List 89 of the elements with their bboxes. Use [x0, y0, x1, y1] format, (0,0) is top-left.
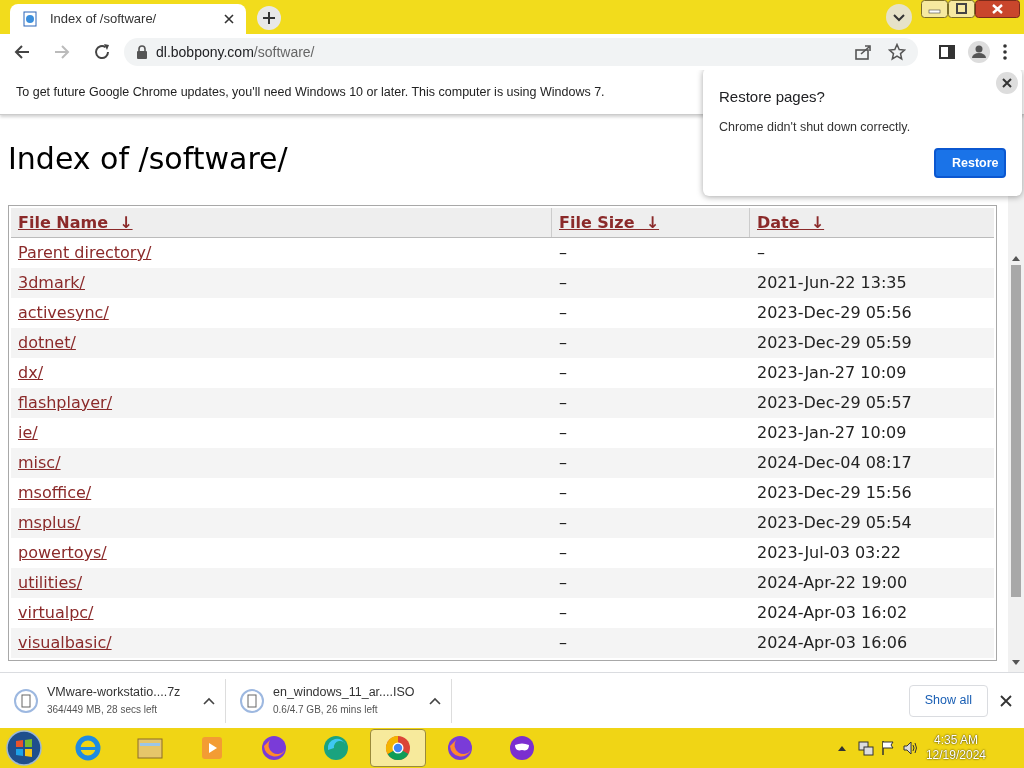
file-size: – — [559, 422, 567, 444]
address-bar[interactable]: dl.bobpony.com/software/ — [124, 38, 918, 66]
file-date: 2023-Dec-29 05:57 — [757, 392, 912, 414]
file-date: 2023-Dec-29 05:59 — [757, 332, 912, 354]
file-date: 2024-Dec-04 08:17 — [757, 452, 912, 474]
folder-link[interactable]: dotnet/ — [18, 331, 76, 355]
page-heading: Index of /software/ — [8, 141, 288, 177]
file-size: – — [559, 242, 567, 264]
minimize-icon[interactable] — [921, 0, 948, 18]
page-icon — [22, 11, 38, 27]
file-size: – — [559, 602, 567, 624]
flag-icon[interactable] — [879, 740, 896, 756]
download-status: 0.6/4.7 GB, 26 mins left — [273, 703, 379, 717]
network-icon[interactable] — [857, 740, 874, 756]
file-size: – — [559, 452, 567, 474]
dialog-message: Chrome didn't shut down correctly. — [719, 118, 912, 136]
new-tab-icon[interactable] — [257, 6, 281, 30]
share-icon[interactable] — [854, 43, 872, 61]
folder-link[interactable]: ie/ — [18, 421, 38, 445]
file-date: 2024-Apr-22 19:00 — [757, 572, 908, 594]
scroll-up-icon[interactable] — [1012, 255, 1020, 261]
caret-icon[interactable] — [429, 696, 441, 705]
file-date: 2023-Dec-29 15:56 — [757, 482, 912, 504]
taskbar-button[interactable] — [370, 729, 426, 767]
volume-icon[interactable] — [901, 740, 918, 756]
download-filename: VMware-workstatio....7z — [47, 684, 182, 701]
restore-button[interactable]: Restore — [934, 148, 1006, 179]
folder-link[interactable]: Parent directory/ — [18, 241, 152, 265]
file-size: – — [559, 512, 567, 534]
column-header[interactable]: File Name ↓ — [18, 210, 133, 235]
file-date: 2023-Dec-29 05:54 — [757, 512, 912, 534]
folder-link[interactable]: visualbasic/ — [18, 631, 112, 655]
close-icon[interactable] — [224, 14, 234, 24]
folder-link[interactable]: misc/ — [18, 451, 61, 475]
folder-link[interactable]: 3dmark/ — [18, 271, 85, 295]
browser-tab[interactable]: Index of /software/ — [10, 4, 246, 34]
file-date: 2024-Apr-03 16:06 — [757, 632, 908, 654]
side-panel-icon[interactable] — [938, 43, 956, 61]
folder-link[interactable]: msplus/ — [18, 511, 81, 535]
menu-icon[interactable] — [1002, 43, 1008, 61]
file-size: – — [559, 332, 567, 354]
file-size: – — [559, 392, 567, 414]
file-size: – — [559, 272, 567, 294]
tab-title: Index of /software/ — [50, 10, 158, 29]
folder-link[interactable]: dx/ — [18, 361, 43, 385]
download-item[interactable]: en_windows_11_ar....ISO 0.6/4.7 GB, 26 mins left — [226, 678, 452, 723]
close-icon[interactable] — [975, 0, 1020, 18]
file-date: 2023-Jul-03 03:22 — [757, 542, 901, 564]
file-size: – — [559, 542, 567, 564]
download-item[interactable]: VMware-workstatio....7z 364/449 MB, 28 secs left — [0, 678, 226, 723]
start-button-icon[interactable] — [4, 728, 44, 768]
url-text: dl.bobpony.com/software/ — [156, 42, 315, 62]
star-icon[interactable] — [888, 43, 906, 61]
file-icon — [240, 688, 264, 713]
dialog-title: Restore pages? — [719, 87, 826, 107]
tray-expand-icon[interactable] — [837, 745, 846, 751]
tab-search-icon[interactable] — [886, 4, 912, 30]
maximize-icon[interactable] — [948, 0, 975, 18]
reload-icon[interactable] — [92, 42, 112, 62]
close-icon[interactable] — [996, 72, 1018, 94]
folder-link[interactable]: utilities/ — [18, 571, 83, 595]
column-header[interactable]: File Size ↓ — [559, 210, 660, 235]
caret-icon[interactable] — [203, 696, 215, 705]
file-date: 2024-Apr-03 16:02 — [757, 602, 908, 624]
show-all-button[interactable]: Show all — [908, 684, 988, 717]
file-date: – — [757, 242, 765, 264]
close-icon[interactable] — [1000, 694, 1012, 707]
file-date: 2023-Dec-29 05:56 — [757, 302, 912, 324]
download-filename: en_windows_11_ar....ISO — [273, 684, 416, 701]
column-header[interactable]: Date ↓ — [757, 210, 825, 235]
file-size: – — [559, 572, 567, 594]
download-status: 364/449 MB, 28 secs left — [47, 703, 159, 717]
file-date: 2023-Jan-27 10:09 — [757, 362, 907, 384]
info-bar-message: To get future Google Chrome updates, you'll need Windows 10 or later. This computer is using Windows 7. — [16, 83, 605, 101]
folder-link[interactable]: powertoys/ — [18, 541, 107, 565]
file-icon — [14, 688, 38, 713]
folder-link[interactable]: activesync/ — [18, 301, 109, 325]
file-date: 2021-Jun-22 13:35 — [757, 272, 907, 294]
folder-link[interactable]: virtualpc/ — [18, 601, 94, 625]
scroll-down-icon[interactable] — [1012, 660, 1020, 666]
file-size: – — [559, 482, 567, 504]
folder-link[interactable]: msoffice/ — [18, 481, 92, 505]
file-size: – — [559, 302, 567, 324]
file-size: – — [559, 632, 567, 654]
folder-link[interactable]: flashplayer/ — [18, 391, 113, 415]
file-date: 2023-Jan-27 10:09 — [757, 422, 907, 444]
profile-icon[interactable] — [968, 41, 990, 63]
file-size: – — [559, 362, 567, 384]
lock-icon — [136, 45, 148, 59]
